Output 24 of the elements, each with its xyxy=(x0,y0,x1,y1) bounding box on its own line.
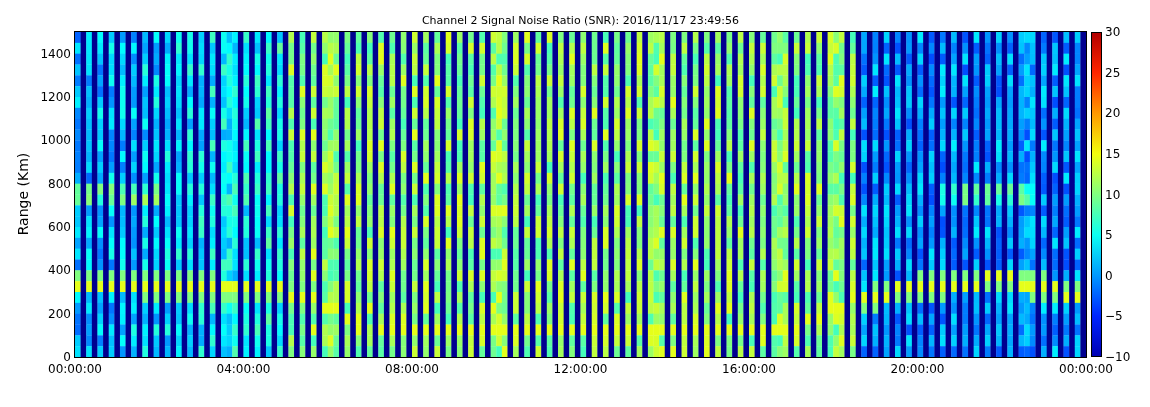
tick-label: 00:00:00 xyxy=(47,362,103,376)
tick-label: 25 xyxy=(1105,65,1121,80)
tick-label: 04:00:00 xyxy=(215,362,272,376)
tick-label: 08:00:00 xyxy=(384,362,440,376)
tick-label: 20 xyxy=(1105,106,1121,121)
tick-label: 1400 xyxy=(39,46,71,61)
tick-label: 30 xyxy=(1105,25,1121,39)
chart-title: Channel 2 Signal Noise Ratio (SNR): 2016/11/17 23:49:56 xyxy=(420,14,741,28)
tick-label: −10 xyxy=(1105,350,1131,364)
axis-label: Range (Km) xyxy=(14,151,32,238)
tick-label: 15 xyxy=(1105,146,1121,161)
tick-label: 0 xyxy=(1105,268,1113,283)
tick-label: 20:00:00 xyxy=(889,362,946,376)
tick-label: 10 xyxy=(1105,187,1121,202)
tick-label: 200 xyxy=(47,306,71,321)
tick-label: 1000 xyxy=(39,133,71,148)
tick-label: 5 xyxy=(1105,228,1113,243)
tick-label: −5 xyxy=(1105,309,1123,324)
tick-label: 0 xyxy=(62,350,71,364)
tick-label: 1200 xyxy=(39,90,71,104)
tick-label: 00:00:00 xyxy=(1058,362,1114,376)
tick-label: 16:00:00 xyxy=(721,362,777,376)
tick-label: 12:00:00 xyxy=(552,362,609,376)
tick-label: 400 xyxy=(47,263,71,278)
